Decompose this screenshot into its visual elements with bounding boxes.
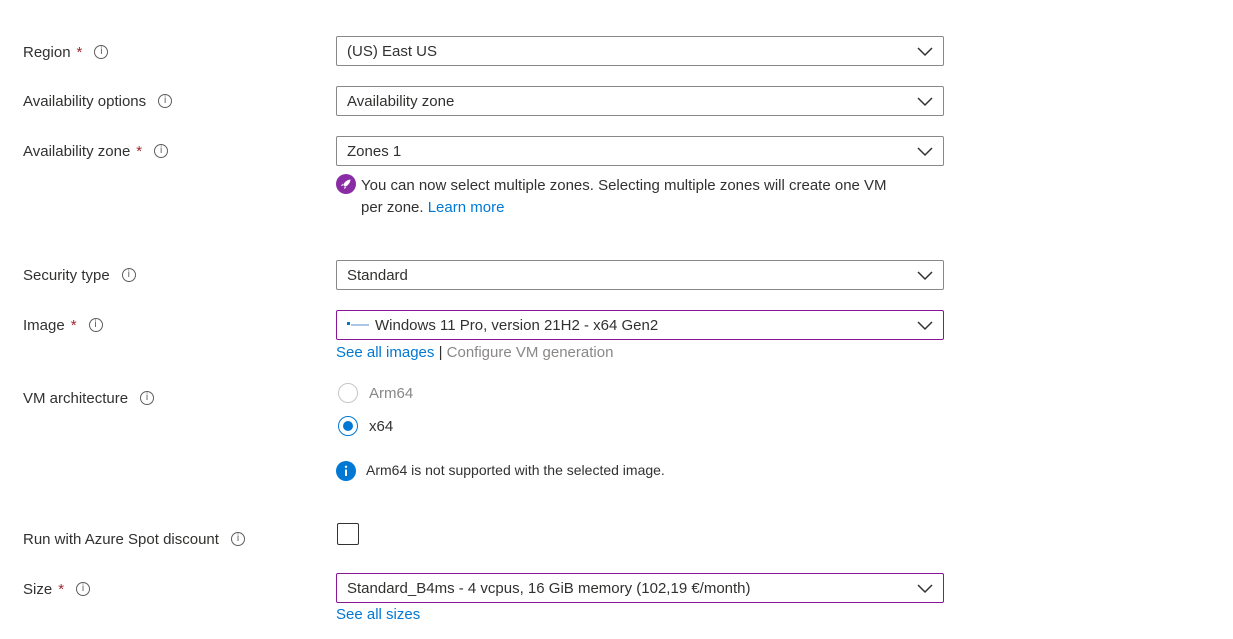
availability-zone-value: Zones 1: [347, 142, 402, 160]
info-icon[interactable]: i: [121, 268, 136, 282]
info-icon[interactable]: i: [158, 94, 173, 108]
required-marker: *: [136, 142, 143, 160]
radio-x64[interactable]: [338, 416, 358, 436]
size-dropdown[interactable]: Standard_B4ms - 4 vcpus, 16 GiB memory (…: [336, 573, 944, 603]
radio-x64-label[interactable]: x64: [369, 418, 393, 435]
image-value: Windows 11 Pro, version 21H2 - x64 Gen2: [375, 316, 659, 334]
see-all-sizes-link[interactable]: See all sizes: [336, 606, 420, 623]
region-dropdown[interactable]: (US) East US: [336, 36, 944, 66]
radio-arm64-label: Arm64: [369, 385, 414, 402]
image-label-row: Image * i: [23, 315, 103, 335]
security-type-value: Standard: [347, 266, 408, 284]
info-icon[interactable]: i: [88, 318, 103, 332]
notice-line-2-text: per zone.: [361, 199, 424, 216]
multi-zone-notice: You can now select multiple zones. Selec…: [361, 175, 887, 219]
region-value: (US) East US: [347, 42, 438, 60]
info-icon[interactable]: i: [154, 144, 169, 158]
security-type-label-row: Security type i: [23, 265, 136, 285]
vm-architecture-label: VM architecture: [23, 389, 129, 407]
availability-options-dropdown[interactable]: Availability zone: [336, 86, 944, 116]
see-all-images-link[interactable]: See all images: [336, 344, 434, 361]
chevron-down-icon: [917, 47, 933, 57]
notice-line-1: You can now select multiple zones. Selec…: [361, 177, 887, 194]
region-label: Region: [23, 43, 71, 61]
availability-zone-label: Availability zone: [23, 142, 131, 160]
availability-zone-dropdown[interactable]: Zones 1: [336, 136, 944, 166]
security-type-label: Security type: [23, 266, 110, 284]
size-label-row: Size * i: [23, 579, 91, 599]
learn-more-link[interactable]: Learn more: [428, 199, 505, 216]
notice-line-2: per zone. Learn more: [361, 197, 887, 219]
image-dropdown[interactable]: Windows 11 Pro, version 21H2 - x64 Gen2: [336, 310, 944, 340]
availability-zone-label-row: Availability zone * i: [23, 141, 169, 161]
image-label: Image: [23, 316, 65, 334]
info-icon[interactable]: i: [94, 45, 109, 59]
availability-options-value: Availability zone: [347, 92, 455, 110]
region-label-row: Region * i: [23, 42, 109, 62]
chevron-down-icon: [917, 271, 933, 281]
vm-architecture-label-row: VM architecture i: [23, 388, 155, 408]
info-icon[interactable]: i: [140, 391, 155, 405]
chevron-down-icon: [917, 584, 933, 594]
size-value: Standard_B4ms - 4 vcpus, 16 GiB memory (…: [347, 579, 751, 597]
radio-arm64: [338, 383, 358, 403]
arm64-not-supported-message: Arm64 is not supported with the selected…: [366, 462, 665, 478]
spot-label-row: Run with Azure Spot discount i: [23, 529, 245, 549]
configure-vm-generation-link: Configure VM generation: [446, 344, 614, 361]
availability-options-label-row: Availability options i: [23, 91, 173, 111]
link-separator: |: [438, 344, 443, 361]
windows-logo-icon: [347, 322, 369, 326]
required-marker: *: [70, 316, 77, 334]
availability-options-label: Availability options: [23, 92, 147, 110]
info-filled-icon: [336, 461, 356, 481]
chevron-down-icon: [917, 97, 933, 107]
rocket-icon: [336, 174, 356, 194]
image-links: See all images | Configure VM generation: [336, 344, 613, 361]
required-marker: *: [58, 580, 65, 598]
size-label: Size: [23, 580, 53, 598]
info-icon[interactable]: i: [76, 582, 91, 596]
required-marker: *: [76, 43, 83, 61]
spot-label: Run with Azure Spot discount: [23, 530, 219, 548]
chevron-down-icon: [917, 147, 933, 157]
info-icon[interactable]: i: [230, 532, 245, 546]
spot-discount-checkbox[interactable]: [337, 523, 359, 545]
chevron-down-icon: [917, 321, 933, 331]
security-type-dropdown[interactable]: Standard: [336, 260, 944, 290]
